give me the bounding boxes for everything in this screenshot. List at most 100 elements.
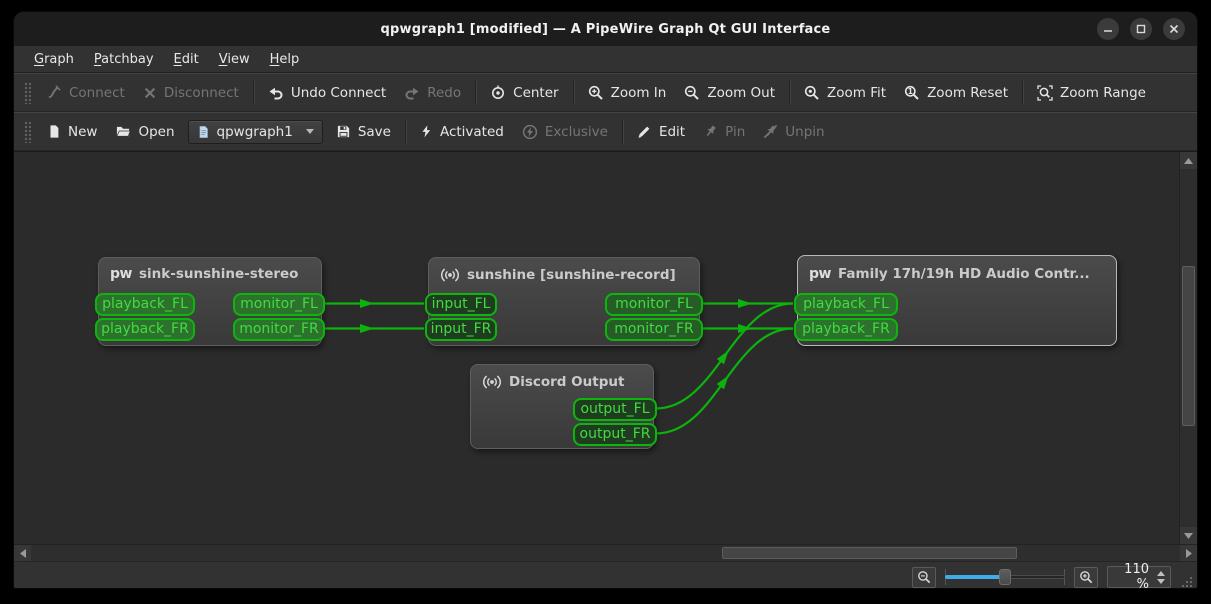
desktop-background: qpwgraph1 [modified] — A PipeWire Graph … — [0, 0, 1211, 604]
menu-view[interactable]: View — [209, 49, 260, 70]
scroll-left-button[interactable] — [14, 545, 31, 561]
exclusive-toggle[interactable]: Exclusive — [513, 119, 617, 145]
redo-button[interactable]: Redo — [395, 80, 470, 106]
save-icon — [336, 124, 351, 139]
port-output[interactable]: monitor_FL — [605, 293, 703, 316]
graph-canvas[interactable]: pw sink-sunshine-stereo playback_FL play… — [14, 152, 1179, 544]
zoom-out-icon — [684, 85, 700, 101]
port-input[interactable]: input_FR — [425, 318, 497, 341]
minimize-button[interactable] — [1097, 18, 1119, 40]
zoom-slider[interactable] — [945, 567, 1065, 587]
pipewire-icon: pw — [110, 266, 132, 282]
toolbar-separator — [789, 81, 790, 105]
scroll-down-button[interactable] — [1180, 527, 1197, 544]
center-button[interactable]: Center — [481, 80, 567, 106]
activated-toggle[interactable]: Activated — [411, 119, 513, 145]
open-folder-icon — [115, 124, 131, 139]
disconnect-icon — [143, 86, 157, 100]
horizontal-scrollbar[interactable] — [14, 544, 1197, 561]
app-window: qpwgraph1 [modified] — A PipeWire Graph … — [14, 12, 1197, 588]
zoom-in-button[interactable]: Zoom In — [579, 80, 676, 106]
redo-icon — [404, 85, 420, 101]
close-button[interactable] — [1163, 18, 1185, 40]
spin-down-icon[interactable] — [1157, 579, 1165, 584]
port-input[interactable]: playback_FR — [794, 318, 898, 341]
slider-groove-empty — [1005, 575, 1065, 579]
disconnect-button[interactable]: Disconnect — [134, 80, 248, 106]
toolbar-drag-handle[interactable] — [24, 121, 31, 143]
node-title: Discord Output — [509, 374, 624, 390]
port-input[interactable]: input_FL — [425, 293, 497, 316]
titlebar[interactable]: qpwgraph1 [modified] — A PipeWire Graph … — [14, 12, 1197, 46]
zoom-in-icon — [1079, 570, 1094, 585]
port-input[interactable]: playback_FL — [95, 293, 195, 316]
zoom-out-button[interactable]: Zoom Out — [675, 80, 784, 106]
node-discord-output[interactable]: Discord Output output_FL output_FR — [470, 364, 654, 449]
zoom-in-small-button[interactable] — [1074, 567, 1098, 588]
zoom-out-small-button[interactable] — [912, 567, 936, 588]
port-input[interactable]: playback_FR — [95, 318, 195, 341]
zoom-range-icon — [1037, 85, 1053, 101]
port-input[interactable]: playback_FL — [794, 293, 898, 316]
connection-arrow — [360, 324, 374, 333]
horizontal-scroll-thumb[interactable] — [722, 547, 1017, 559]
zoom-in-icon — [588, 85, 604, 101]
patchbay-file-icon — [197, 125, 210, 139]
zoom-range-button[interactable]: Zoom Range — [1028, 80, 1155, 106]
menu-patchbay[interactable]: Patchbay — [84, 49, 164, 70]
node-sunshine-record[interactable]: sunshine [sunshine-record] input_FL inpu… — [428, 257, 700, 346]
scroll-right-button[interactable] — [1180, 545, 1197, 561]
port-output[interactable]: output_FL — [573, 398, 657, 421]
pin-button[interactable]: Pin — [694, 119, 754, 145]
menu-help[interactable]: Help — [260, 49, 310, 70]
arrow-up-icon — [1184, 158, 1193, 164]
port-output[interactable]: monitor_FR — [233, 318, 325, 341]
scroll-up-button[interactable] — [1180, 152, 1197, 169]
zoom-fit-button[interactable]: Zoom Fit — [795, 80, 895, 106]
undo-connect-button[interactable]: Undo Connect — [259, 80, 395, 106]
node-family-hd-audio-controller[interactable]: pw Family 17h/19h HD Audio Contr... play… — [797, 255, 1117, 346]
node-sink-sunshine-stereo[interactable]: pw sink-sunshine-stereo playback_FL play… — [98, 257, 322, 346]
toolbar-separator — [405, 120, 406, 144]
zoom-percent-value: 110 % — [1108, 562, 1153, 588]
spin-up-icon[interactable] — [1157, 571, 1165, 576]
menu-edit[interactable]: Edit — [164, 49, 209, 70]
zoom-out-icon — [917, 570, 932, 585]
zoom-percent-spinbox[interactable]: 110 % — [1107, 566, 1171, 588]
zoom-slider-handle[interactable] — [999, 569, 1011, 585]
unpin-button[interactable]: Unpin — [754, 119, 833, 145]
vertical-scroll-track[interactable] — [1180, 169, 1197, 527]
vertical-scroll-thumb[interactable] — [1182, 266, 1195, 426]
connect-button[interactable]: Connect — [38, 80, 134, 106]
edit-pencil-icon — [637, 124, 652, 139]
horizontal-scroll-track[interactable] — [31, 545, 1180, 561]
maximize-button[interactable] — [1130, 18, 1152, 40]
new-patchbay-button[interactable]: New — [38, 119, 106, 145]
undo-icon — [268, 85, 284, 101]
arrow-left-icon — [20, 549, 26, 558]
toolbar-drag-handle[interactable] — [24, 82, 31, 104]
pipewire-icon: pw — [809, 266, 831, 282]
port-output[interactable]: output_FR — [573, 423, 657, 446]
toolbar-separator — [475, 81, 476, 105]
toolbar-graph: Connect Disconnect Undo Connect Redo Cen… — [14, 73, 1197, 112]
port-output[interactable]: monitor_FL — [233, 293, 325, 316]
menubar: Graph Patchbay Edit View Help — [14, 46, 1197, 73]
graph-view-frame: pw sink-sunshine-stereo playback_FL play… — [14, 151, 1197, 561]
window-controls — [1097, 18, 1185, 40]
arrow-down-icon — [1184, 533, 1193, 539]
chevron-down-icon — [306, 129, 314, 134]
node-title: sink-sunshine-stereo — [139, 266, 299, 282]
window-resize-grip[interactable] — [1180, 575, 1194, 588]
unpin-icon — [763, 124, 778, 139]
save-patchbay-button[interactable]: Save — [327, 119, 400, 145]
svg-text:1: 1 — [908, 87, 913, 96]
vertical-scrollbar[interactable] — [1179, 152, 1197, 544]
zoom-reset-button[interactable]: 1 Zoom Reset — [895, 80, 1017, 106]
node-title: sunshine [sunshine-record] — [467, 267, 676, 283]
open-patchbay-button[interactable]: Open — [106, 119, 183, 145]
port-output[interactable]: monitor_FR — [605, 318, 703, 341]
menu-graph[interactable]: Graph — [24, 49, 84, 70]
current-patchbay-dropdown[interactable]: qpwgraph1 — [188, 120, 323, 144]
edit-patchbay-button[interactable]: Edit — [628, 119, 694, 145]
